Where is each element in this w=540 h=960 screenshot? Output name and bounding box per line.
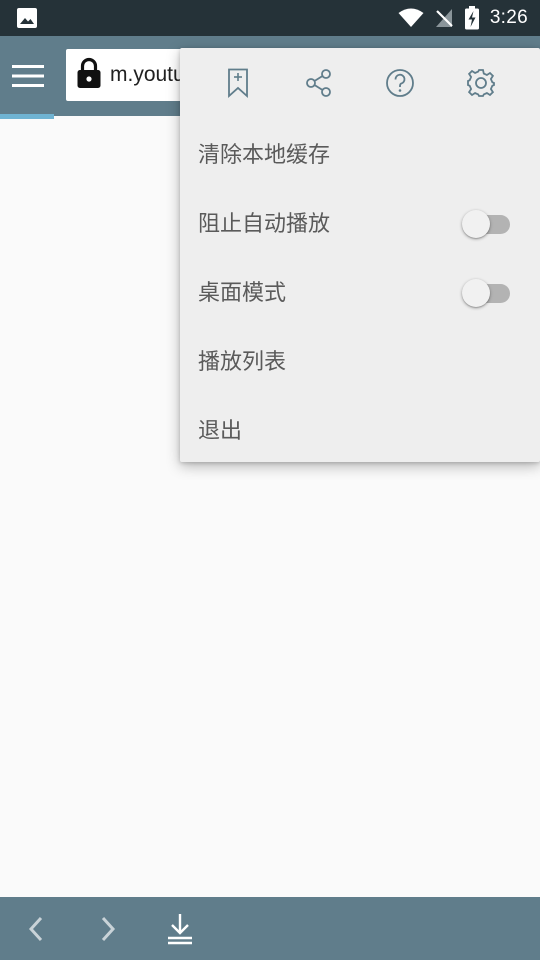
status-time: 3:26: [489, 7, 528, 28]
share-icon[interactable]: [301, 66, 337, 100]
menu-item-label: 播放列表: [198, 349, 287, 375]
status-bar: 3:26: [0, 0, 540, 36]
menu-item-label: 阻止自动播放: [198, 211, 331, 237]
forward-icon[interactable]: [72, 897, 144, 960]
block-autoplay-toggle[interactable]: [462, 207, 512, 238]
bookmark-add-icon[interactable]: [220, 66, 256, 100]
back-icon[interactable]: [0, 897, 72, 960]
status-right: 3:26: [398, 6, 528, 30]
no-sim-icon: [434, 8, 454, 28]
lock-icon: [76, 57, 102, 93]
wifi-icon: [398, 8, 424, 28]
menu-item-desktop-mode[interactable]: 桌面模式: [180, 256, 540, 325]
bottom-nav-bar: [0, 897, 540, 960]
toggle-thumb: [462, 278, 490, 307]
menu-item-block-autoplay[interactable]: 阻止自动播放: [180, 187, 540, 256]
desktop-mode-toggle[interactable]: [462, 276, 512, 307]
help-icon[interactable]: [382, 66, 418, 100]
menu-item-clear-cache[interactable]: 清除本地缓存: [180, 118, 540, 187]
download-icon[interactable]: [144, 897, 216, 960]
menu-item-label: 退出: [198, 418, 243, 444]
image-notification-icon: [16, 7, 38, 29]
menu-item-label: 桌面模式: [198, 280, 287, 306]
overflow-menu: 清除本地缓存 阻止自动播放 桌面模式 播放列表 退出: [180, 48, 540, 462]
menu-item-playlist[interactable]: 播放列表: [180, 325, 540, 394]
menu-item-label: 清除本地缓存: [198, 142, 331, 168]
hamburger-menu-icon[interactable]: [0, 36, 56, 116]
toggle-thumb: [462, 209, 490, 238]
menu-icon-row: [180, 48, 540, 118]
battery-charging-icon: [464, 6, 480, 30]
menu-item-exit[interactable]: 退出: [180, 394, 540, 463]
status-left: [16, 7, 38, 29]
settings-icon[interactable]: [463, 66, 499, 100]
